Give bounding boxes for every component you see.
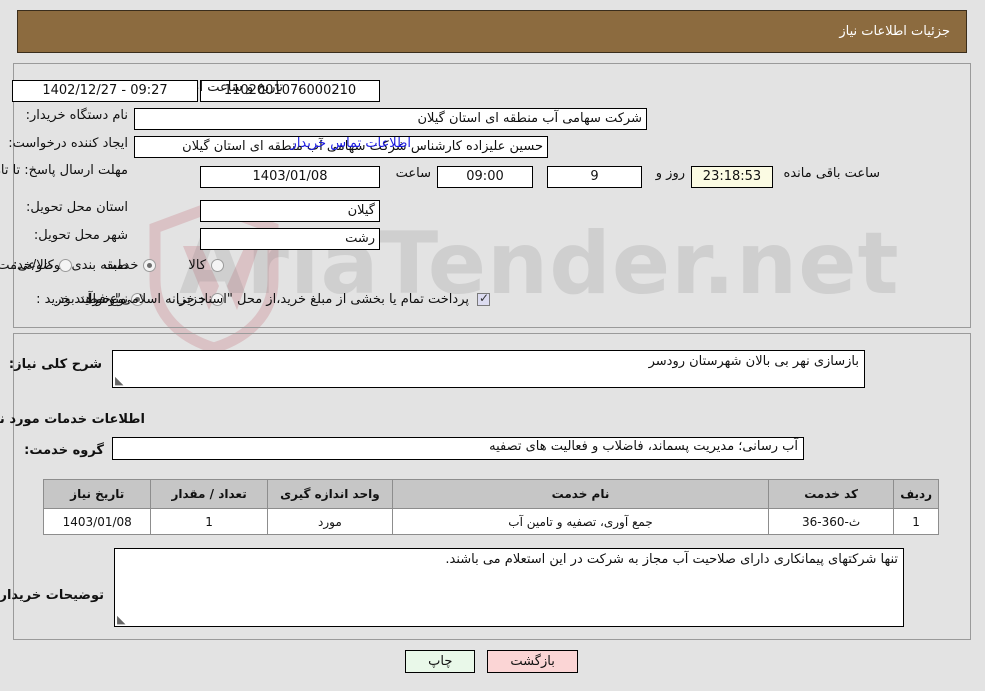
delivery-city-label: شهر محل تحویل: — [34, 228, 129, 243]
countdown-field-wrap: 23:18:53 — [692, 166, 774, 188]
buyer-notes-label: توضیحات خریدار: — [0, 588, 105, 603]
buyer-contact-link-wrap: اطلاعات تماس خریدار — [292, 136, 412, 151]
delivery-province-value[interactable]: گیلان — [201, 200, 381, 222]
resize-grip-icon-2[interactable]: ◢ — [118, 613, 128, 626]
table-header-row: ردیف کد خدمت نام خدمت واحد اندازه گیری تعداد… — [43, 479, 940, 509]
treasury-note-row: پرداخت تمام یا بخشی از مبلغ خرید،از محل … — [55, 291, 491, 307]
delivery-province-field-wrap: گیلان — [201, 200, 381, 222]
countdown-timer: 23:18:53 — [692, 166, 774, 188]
resize-grip-icon[interactable]: ◢ — [116, 374, 126, 387]
deadline-label-wrap: مهلت ارسال پاسخ: تا تاریخ: — [0, 163, 129, 179]
buyer-contact-link[interactable]: اطلاعات تماس خریدار — [292, 136, 412, 151]
delivery-city-field-wrap: رشت — [201, 228, 381, 250]
deadline-hour-value[interactable]: 09:00 — [438, 166, 534, 188]
category-option-1[interactable]: خدمت — [105, 258, 158, 273]
remaining-hours-label-wrap: ساعت باقی مانده — [785, 166, 881, 181]
deadline-date-value[interactable]: 1403/01/08 — [201, 166, 381, 188]
buyer-notes-box[interactable]: تنها شرکتهای پیمانکاری دارای صلاحیت آب م… — [115, 548, 905, 627]
remaining-hours-label: ساعت باقی مانده — [784, 166, 881, 181]
category-radio-icon-2[interactable] — [59, 259, 73, 272]
action-button-bar: بازگشت چاپ — [0, 650, 985, 673]
category-option-label-2: کالا/خدمت — [0, 258, 55, 273]
general-description-label: شرح کلی نیاز: — [9, 357, 103, 372]
category-option-label-0: کالا — [189, 258, 207, 273]
announce-datetime-field-wrap: 09:27 - 1402/12/27 — [13, 80, 199, 102]
table-header-2: نام خدمت — [393, 479, 770, 509]
table-body: 1 ث-360-36 جمع آوری، تصفیه و تامین آب مورد 1… — [43, 508, 940, 535]
deadline-hour-label: ساعت — [396, 166, 432, 181]
delivery-city-value[interactable]: رشت — [201, 228, 381, 250]
general-description-value: بازسازی نهر بی بالان شهرستان رودسر — [649, 354, 860, 369]
page-root: AriaTender.net جزئیات اطلاعات نیاز شماره… — [0, 0, 985, 691]
category-radio-group[interactable]: کالا خدمت کالا/خدمت — [0, 258, 225, 273]
service-group-label: گروه خدمت: — [25, 443, 105, 458]
table-header-1: کد خدمت — [768, 479, 896, 509]
table-cell-3: مورد — [267, 508, 395, 535]
table-cell-2: جمع آوری، تصفیه و تامین آب — [393, 508, 770, 535]
remaining-days-label: روز و — [656, 166, 686, 181]
buyer-org-label-wrap: نام دستگاه خریدار: — [27, 108, 129, 123]
delivery-province-label: استان محل تحویل: — [27, 200, 129, 215]
buyer-org-label: نام دستگاه خریدار: — [26, 108, 129, 123]
table-cell-4: 1 — [151, 508, 269, 535]
deadline-hour-label-wrap: ساعت — [397, 166, 432, 181]
table-header-0: ردیف — [894, 479, 940, 509]
announce-datetime-value[interactable]: 09:27 - 1402/12/27 — [13, 80, 199, 102]
category-option-label-1: خدمت — [104, 258, 140, 273]
page-title: جزئیات اطلاعات نیاز — [840, 24, 951, 39]
delivery-province-label-wrap: استان محل تحویل: — [27, 200, 129, 215]
need-info-panel — [14, 63, 972, 328]
remaining-days-label-wrap: روز و — [657, 166, 686, 181]
table-header-5: تاریخ نیاز — [43, 479, 153, 509]
table-header-3: واحد اندازه گیری — [267, 479, 395, 509]
category-radio-icon-0[interactable] — [212, 259, 225, 272]
service-group-value: آب رسانی؛ مدیریت پسماند، فاضلاب و فعالیت… — [490, 439, 799, 454]
treasury-note-text: پرداخت تمام یا بخشی از مبلغ خرید،از محل … — [55, 292, 470, 307]
table-header-4: تعداد / مقدار — [151, 479, 269, 509]
window-title-bar: جزئیات اطلاعات نیاز — [18, 10, 968, 53]
table-cell-5: 1403/01/08 — [43, 508, 153, 535]
print-button[interactable]: چاپ — [406, 650, 477, 673]
table-cell-1: ث-360-36 — [768, 508, 896, 535]
deadline-label: مهلت ارسال پاسخ: تا تاریخ: — [0, 163, 129, 178]
requester-label: ایجاد کننده درخواست: — [9, 136, 129, 151]
remaining-days-field-wrap: 9 — [548, 166, 643, 188]
remaining-days-value[interactable]: 9 — [548, 166, 643, 188]
services-section-title: اطلاعات خدمات مورد نیاز — [0, 412, 146, 427]
category-radio-icon-1[interactable] — [144, 259, 158, 272]
treasury-checkbox[interactable] — [478, 291, 491, 306]
category-option-0[interactable]: کالا — [189, 258, 225, 273]
table-row: 1 ث-360-36 جمع آوری، تصفیه و تامین آب مورد 1… — [43, 508, 940, 535]
general-description-box[interactable]: بازسازی نهر بی بالان شهرستان رودسر ◢ — [113, 350, 866, 388]
buyer-notes-value: تنها شرکتهای پیمانکاری دارای صلاحیت آب م… — [446, 552, 899, 567]
table-cell-0: 1 — [894, 508, 940, 535]
back-button[interactable]: بازگشت — [488, 650, 579, 673]
requester-label-wrap: ایجاد کننده درخواست: — [9, 136, 129, 151]
category-option-2[interactable]: کالا/خدمت — [0, 258, 73, 273]
buyer-org-value[interactable]: شرکت سهامی آب منطقه ای استان گیلان — [135, 108, 648, 130]
delivery-city-label-wrap: شهر محل تحویل: — [35, 228, 129, 243]
buyer-org-field-wrap: شرکت سهامی آب منطقه ای استان گیلان — [135, 108, 648, 130]
services-table: ردیف کد خدمت نام خدمت واحد اندازه گیری تعداد… — [43, 479, 940, 535]
deadline-date-field-wrap: 1403/01/08 — [201, 166, 381, 188]
deadline-hour-field-wrap: 09:00 — [438, 166, 534, 188]
service-group-box[interactable]: آب رسانی؛ مدیریت پسماند، فاضلاب و فعالیت… — [113, 437, 805, 460]
